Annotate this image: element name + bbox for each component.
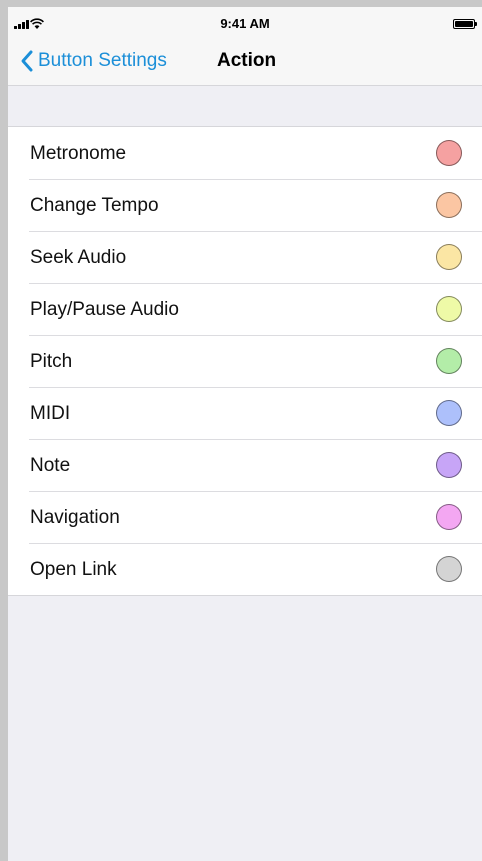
action-row-seek-audio[interactable]: Seek Audio bbox=[8, 231, 482, 283]
action-row-change-tempo[interactable]: Change Tempo bbox=[8, 179, 482, 231]
color-swatch bbox=[436, 452, 462, 478]
back-button-label: Button Settings bbox=[38, 50, 167, 71]
page-title: Action bbox=[217, 50, 277, 71]
action-row-midi[interactable]: MIDI bbox=[8, 387, 482, 439]
action-row-pitch[interactable]: Pitch bbox=[8, 335, 482, 387]
action-label: Seek Audio bbox=[30, 247, 127, 268]
action-label: Change Tempo bbox=[30, 195, 159, 216]
color-swatch bbox=[436, 348, 462, 374]
action-label: MIDI bbox=[30, 403, 71, 424]
color-swatch bbox=[436, 192, 462, 218]
battery-icon bbox=[453, 19, 477, 29]
action-label: Navigation bbox=[30, 507, 120, 528]
action-row-navigation[interactable]: Navigation bbox=[8, 491, 482, 543]
action-row-metronome[interactable]: Metronome bbox=[8, 127, 482, 179]
phone-screen: 9:41 AM Button Settings Action Metronome… bbox=[8, 7, 482, 861]
action-row-play-pause-audio[interactable]: Play/Pause Audio bbox=[8, 283, 482, 335]
action-label: Note bbox=[30, 455, 71, 476]
action-label: Play/Pause Audio bbox=[30, 299, 179, 320]
color-swatch bbox=[436, 244, 462, 270]
navigation-bar: Button Settings Action bbox=[8, 41, 482, 81]
chevron-left-icon bbox=[21, 50, 33, 72]
top-bar: 9:41 AM Button Settings Action bbox=[8, 7, 482, 86]
status-time: 9:41 AM bbox=[220, 16, 270, 31]
action-label: Metronome bbox=[30, 143, 127, 164]
back-button[interactable]: Button Settings bbox=[18, 46, 167, 76]
action-row-note[interactable]: Note bbox=[8, 439, 482, 491]
color-swatch bbox=[436, 504, 462, 530]
action-label: Pitch bbox=[30, 351, 73, 372]
color-swatch bbox=[436, 140, 462, 166]
color-swatch bbox=[436, 296, 462, 322]
action-row-open-link[interactable]: Open Link bbox=[8, 543, 482, 595]
color-swatch bbox=[436, 400, 462, 426]
color-swatch bbox=[436, 556, 462, 582]
action-list: Metronome Change Tempo Seek Audio Play/P… bbox=[8, 126, 482, 596]
status-bar: 9:41 AM bbox=[8, 7, 482, 33]
action-label: Open Link bbox=[30, 559, 117, 580]
